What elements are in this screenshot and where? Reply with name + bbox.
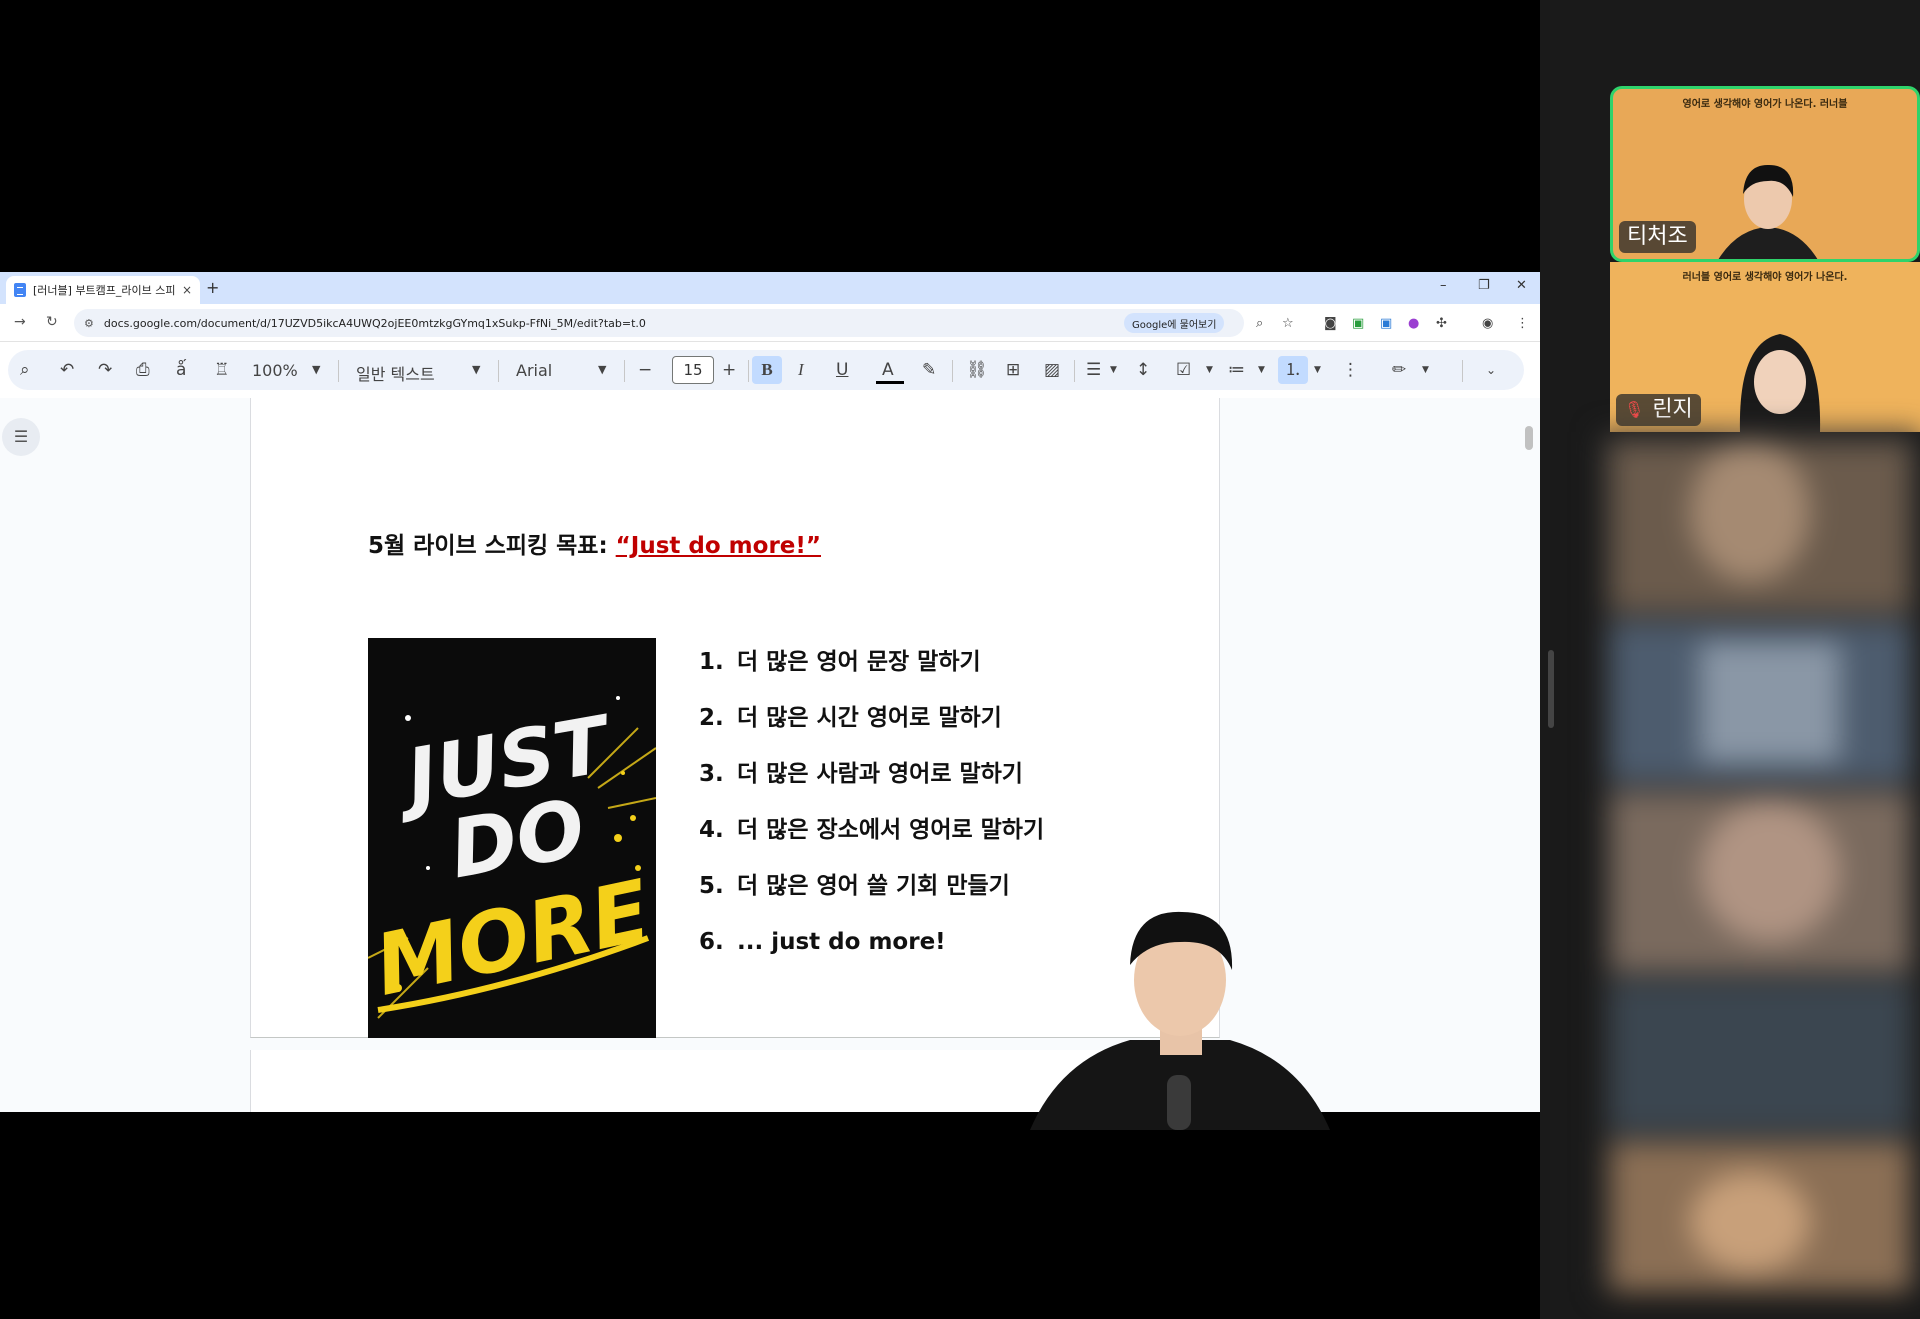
- url-text: docs.google.com/document/d/17UZVD5ikcA4U…: [103, 316, 646, 330]
- align-icon[interactable]: ☰: [1086, 359, 1101, 381]
- font-size-input[interactable]: 15: [672, 356, 714, 384]
- search-icon[interactable]: ⌕: [20, 359, 30, 381]
- minimize-icon[interactable]: –: [1440, 278, 1447, 293]
- profile-avatar[interactable]: ◉: [1482, 316, 1493, 331]
- font-family-select[interactable]: Arial: [516, 361, 552, 380]
- extension-blue-icon[interactable]: ▣: [1380, 316, 1392, 331]
- address-bar[interactable]: ⚙ docs.google.com/document/d/17UZVD5ikcA…: [74, 309, 1244, 337]
- list-item: 6. ... just do more!: [699, 929, 946, 955]
- site-info-icon[interactable]: ⚙: [84, 317, 94, 330]
- google-lens-chip[interactable]: Google에 물어보기: [1124, 313, 1225, 333]
- address-bar-row: → ↻ ⚙ docs.google.com/document/d/17UZVD5…: [0, 304, 1540, 342]
- screenshot-icon[interactable]: ◙: [1324, 316, 1337, 331]
- sidebar-resize-handle[interactable]: [1548, 650, 1554, 728]
- highlight-pen-icon[interactable]: ✎: [922, 359, 936, 381]
- add-comment-icon[interactable]: ⊞: [1006, 359, 1020, 381]
- undo-icon[interactable]: ↶: [60, 359, 74, 381]
- spellcheck-icon[interactable]: ǻ: [176, 359, 186, 381]
- list-item: 4. 더 많은 장소에서 영어로 말하기: [699, 817, 1045, 843]
- paint-format-icon[interactable]: ♖: [214, 359, 229, 381]
- line-spacing-icon[interactable]: ↕: [1136, 359, 1150, 381]
- google-docs-icon: [14, 283, 26, 297]
- redo-icon[interactable]: ↷: [98, 359, 112, 381]
- screen-share-stage: [러너블] 부트캠프_라이브 스피 × + – ❐ ✕ → ↻ ⚙ docs.g…: [0, 0, 1540, 1319]
- browser-tab-strip: [러너블] 부트캠프_라이브 스피 × + – ❐ ✕: [0, 272, 1540, 304]
- forward-icon[interactable]: →: [14, 314, 26, 330]
- list-item: 1. 더 많은 영어 문장 말하기: [699, 649, 981, 675]
- bookmark-star-icon[interactable]: ☆: [1282, 316, 1294, 331]
- chevron-down-icon[interactable]: ▼: [1422, 359, 1429, 381]
- participant-tile[interactable]: 러너블 영어로 생각해야 영어가 나온다. 🎙 린지: [1610, 262, 1920, 432]
- window-close-icon[interactable]: ✕: [1516, 278, 1527, 293]
- goal-prefix: 5월 라이브 스피킹 목표:: [368, 533, 616, 559]
- list-item: 5. 더 많은 영어 쓸 기회 만들기: [699, 873, 1010, 899]
- document-scrollbar[interactable]: [1525, 426, 1533, 450]
- goal-quote: “Just do more!”: [615, 533, 821, 559]
- bold-button[interactable]: B: [752, 356, 782, 384]
- zoom-select[interactable]: 100%: [252, 361, 298, 380]
- docs-toolbar: ⌕ ↶ ↷ ⎙ ǻ ♖ 100% ▼ 일반 텍스트 ▼ Arial ▼ − 15…: [0, 342, 1540, 398]
- tab-title: [러너블] 부트캠프_라이브 스피: [33, 284, 176, 297]
- collapse-menus-icon[interactable]: ⌄: [1486, 359, 1496, 381]
- italic-button[interactable]: I: [798, 359, 804, 381]
- document-outline-icon[interactable]: ☰: [2, 418, 40, 456]
- chevron-down-icon[interactable]: ▼: [472, 359, 480, 381]
- zoom-icon[interactable]: ⌕: [1256, 316, 1263, 331]
- tile-banner: 영어로 생각해야 영어가 나온다. 러너블: [1682, 99, 1848, 110]
- chevron-down-icon[interactable]: ▼: [598, 359, 606, 381]
- extension-green-icon[interactable]: ▣: [1352, 316, 1364, 331]
- chevron-down-icon[interactable]: ▼: [1314, 359, 1321, 381]
- checklist-icon[interactable]: ☑: [1176, 359, 1191, 381]
- chevron-down-icon[interactable]: ▼: [1206, 359, 1213, 381]
- chevron-down-icon[interactable]: ▼: [1258, 359, 1265, 381]
- chevron-down-icon[interactable]: ▼: [1110, 359, 1117, 381]
- extension-purple-icon[interactable]: ●: [1408, 316, 1419, 331]
- bulleted-list-icon[interactable]: ≔: [1228, 359, 1245, 381]
- just-do-more-poster: JUST DO MORE: [368, 638, 656, 1038]
- decrease-font-size-icon[interactable]: −: [638, 359, 652, 381]
- text-color-button[interactable]: A: [882, 359, 894, 381]
- extensions-puzzle-icon[interactable]: ✣: [1436, 316, 1447, 331]
- new-tab-button[interactable]: +: [206, 278, 219, 297]
- tab-close-button[interactable]: ×: [182, 283, 192, 297]
- editing-mode-pencil-icon[interactable]: ✏: [1392, 359, 1406, 381]
- blurred-participant-tiles: [1600, 432, 1920, 1292]
- presenter-video-overlay: [1020, 880, 1340, 1130]
- participant-tile-speaker[interactable]: 영어로 생각해야 영어가 나온다. 러너블 티처조: [1610, 86, 1920, 262]
- list-item: 3. 더 많은 사람과 영어로 말하기: [699, 761, 1023, 787]
- goal-list: 1. 더 많은 영어 문장 말하기 2. 더 많은 시간 영어로 말하기 3. …: [699, 634, 1044, 970]
- increase-font-size-icon[interactable]: +: [722, 359, 736, 381]
- insert-image-icon[interactable]: ▨: [1044, 359, 1060, 381]
- print-icon[interactable]: ⎙: [136, 359, 150, 381]
- participant-name-chip: 🎙 린지: [1616, 394, 1701, 426]
- muted-mic-icon: 🎙: [1624, 400, 1645, 419]
- list-item: 2. 더 많은 시간 영어로 말하기: [699, 705, 1002, 731]
- more-options-icon[interactable]: ⋮: [1342, 359, 1359, 381]
- speaking-goal-heading: 5월 라이브 스피킹 목표: “Just do more!”: [368, 526, 821, 560]
- browser-menu-icon[interactable]: ⋮: [1516, 316, 1529, 331]
- tile-banner: 러너블 영어로 생각해야 영어가 나온다.: [1682, 272, 1848, 283]
- restore-icon[interactable]: ❐: [1478, 278, 1490, 293]
- numbered-list-icon[interactable]: ⒈: [1278, 356, 1308, 384]
- underline-button[interactable]: U: [836, 359, 848, 381]
- insert-link-icon[interactable]: ⛓: [966, 359, 988, 381]
- reload-icon[interactable]: ↻: [46, 314, 58, 330]
- paragraph-style-select[interactable]: 일반 텍스트: [356, 361, 435, 385]
- browser-tab[interactable]: [러너블] 부트캠프_라이브 스피 ×: [6, 276, 200, 304]
- chevron-down-icon[interactable]: ▼: [312, 359, 320, 381]
- participant-name-chip: 티처조: [1619, 221, 1696, 253]
